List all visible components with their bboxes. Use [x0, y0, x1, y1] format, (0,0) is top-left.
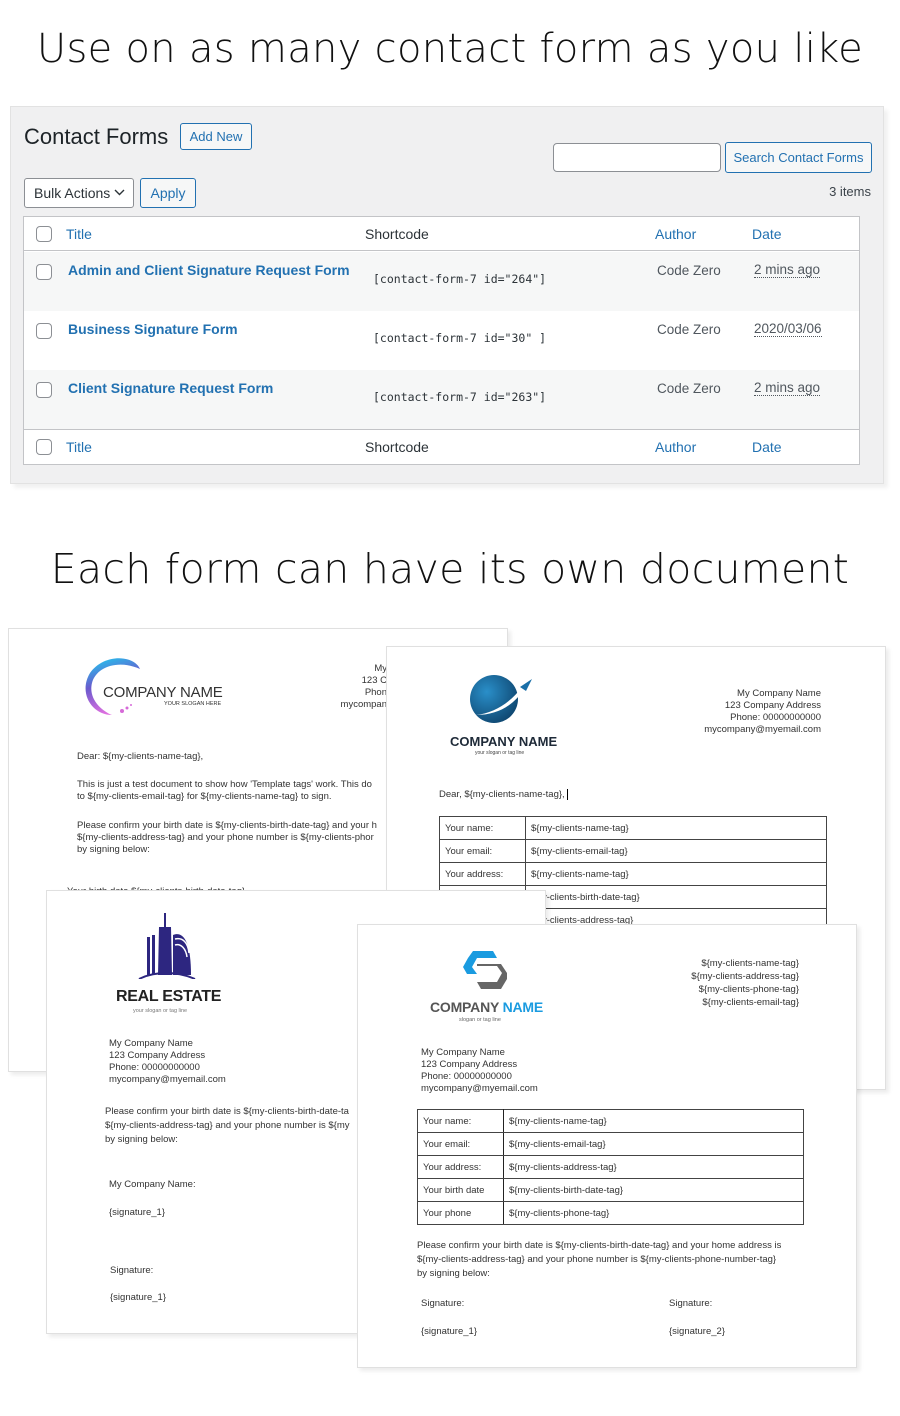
signature-label-1: Signature: — [421, 1298, 465, 1309]
column-shortcode: Shortcode — [365, 226, 429, 242]
author: Code Zero — [657, 322, 721, 337]
company-address: My Company Name 123 Company Address Phone:… — [421, 1047, 538, 1094]
table-row: Your name: ${my-clients-name-tag} — [417, 1109, 804, 1133]
table-header: Title Shortcode Author Date — [24, 217, 859, 251]
heading-top: Use on as many contact form as you like — [36, 26, 864, 72]
confirm-paragraph: Please confirm your birth date is ${my-c… — [417, 1240, 782, 1279]
form-title-link[interactable]: Business Signature Form — [68, 321, 238, 337]
author: Code Zero — [657, 381, 721, 396]
table-row: Your email: ${my-clients-email-tag} — [417, 1132, 804, 1156]
signature-placeholder: {signature_1} — [109, 1207, 165, 1218]
search-input[interactable] — [553, 143, 721, 172]
company-address: My Company Name 123 Company Address Phone:… — [704, 688, 821, 735]
items-count: 3 items — [829, 184, 871, 199]
select-all-checkbox[interactable] — [36, 226, 52, 242]
company-slogan: your slogan or tag line — [475, 750, 525, 756]
company-slogan: slogan or tag line — [459, 1017, 501, 1023]
signature-label-2: Signature: — [669, 1298, 713, 1309]
signature-placeholder-2: {signature_2} — [669, 1326, 725, 1337]
table-row: Business Signature Form [contact-form-7 … — [24, 311, 859, 370]
form-title-link[interactable]: Admin and Client Signature Request Form — [68, 262, 350, 278]
company-slogan: YOUR SLOGAN HERE — [164, 701, 222, 707]
shortcode: [contact-form-7 id="30" ] — [373, 331, 547, 345]
date: 2 mins ago — [754, 380, 821, 396]
paragraph-1: This is just a test document to show how… — [77, 779, 372, 802]
table-row: Your name: ${my-clients-name-tag} — [439, 816, 827, 840]
table-row: Your phone ${my-clients-phone-tag} — [417, 1201, 804, 1225]
signature-placeholder-1: {signature_1} — [421, 1326, 477, 1337]
company-slogan: your slogan or tag line — [133, 1008, 188, 1014]
column-author-footer[interactable]: Author — [655, 439, 696, 455]
contact-forms-admin-panel: Contact Forms Add New Search Contact For… — [10, 106, 884, 484]
bulk-actions-label: Bulk Actions — [34, 185, 111, 201]
company-signature-label: My Company Name: — [109, 1179, 196, 1190]
table-row: Your address: ${my-clients-address-tag} — [417, 1155, 804, 1179]
page-title: Contact Forms — [24, 124, 169, 149]
hexagon-s-logo-icon — [463, 949, 511, 996]
company-name: COMPANY NAME — [450, 734, 558, 749]
building-logo-icon — [135, 913, 197, 984]
column-date-footer[interactable]: Date — [752, 439, 782, 455]
column-title-footer[interactable]: Title — [66, 439, 92, 455]
author: Code Zero — [657, 263, 721, 278]
company-address: My 123 C Phon mycompan — [340, 663, 387, 710]
column-title[interactable]: Title — [66, 226, 92, 242]
shortcode: [contact-form-7 id="264"] — [373, 272, 547, 286]
row-checkbox[interactable] — [36, 382, 52, 398]
confirm-paragraph: Please confirm your birth date is ${my-c… — [105, 1106, 350, 1145]
greeting: Dear: ${my-clients-name-tag}, — [77, 751, 204, 762]
table-row: Your address: ${my-clients-name-tag} — [439, 862, 827, 886]
select-all-checkbox-footer[interactable] — [36, 439, 52, 455]
form-title-link[interactable]: Client Signature Request Form — [68, 380, 273, 396]
table-row: Your birth date ${my-clients-birth-date-t… — [417, 1178, 804, 1202]
company-name: COMPANY NAME — [430, 999, 543, 1015]
company-name: COMPANY NAME — [103, 684, 223, 701]
company-address: My Company Name 123 Company Address Phone:… — [109, 1038, 226, 1085]
date: 2020/03/06 — [754, 321, 822, 337]
text-cursor — [566, 789, 571, 800]
search-contact-forms-button[interactable]: Search Contact Forms — [725, 142, 872, 173]
bulk-actions-select[interactable]: Bulk Actions — [24, 178, 134, 208]
row-checkbox[interactable] — [36, 264, 52, 280]
heading-middle: Each form can have its own document — [50, 545, 850, 593]
table-row: Admin and Client Signature Request Form … — [24, 252, 859, 311]
column-shortcode-footer: Shortcode — [365, 439, 429, 455]
company-name: REAL ESTATE — [116, 988, 222, 1005]
chevron-down-icon — [114, 179, 125, 218]
paragraph-2: Please confirm your birth date is ${my-c… — [77, 820, 377, 855]
client-tags: ${my-clients-name-tag} ${my-clients-addre… — [691, 958, 799, 1008]
greeting: Dear, ${my-clients-name-tag}, — [439, 789, 571, 801]
table-row: Your email: ${my-clients-email-tag} — [439, 839, 827, 863]
add-new-button[interactable]: Add New — [180, 123, 252, 150]
column-author[interactable]: Author — [655, 226, 696, 242]
contact-forms-table: Title Shortcode Author Date Admin and Cl… — [23, 216, 860, 465]
shortcode: [contact-form-7 id="263"] — [373, 390, 547, 404]
table-row: Client Signature Request Form [contact-f… — [24, 370, 859, 429]
signature-placeholder: {signature_1} — [110, 1292, 166, 1303]
client-info-table: Your name: ${my-clients-name-tag} Your em… — [417, 1109, 804, 1225]
apply-button[interactable]: Apply — [140, 178, 196, 208]
column-date[interactable]: Date — [752, 226, 782, 242]
globe-plane-logo-icon — [470, 673, 540, 730]
document-preview-4: COMPANY NAME slogan or tag line ${my-cli… — [357, 924, 857, 1368]
signature-label: Signature: — [110, 1265, 154, 1276]
table-footer: Title Shortcode Author Date — [24, 429, 859, 464]
row-checkbox[interactable] — [36, 323, 52, 339]
date: 2 mins ago — [754, 262, 821, 278]
